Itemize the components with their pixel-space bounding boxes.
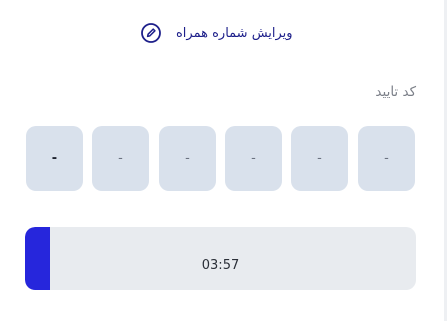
edit-phone-link[interactable]: ویرایش شماره همراه: [140, 20, 310, 46]
otp-digit-3[interactable]: [225, 126, 282, 191]
otp-digit-2[interactable]: [291, 126, 348, 191]
edit-phone-label: ویرایش شماره همراه: [176, 25, 293, 41]
countdown-timer-bar: 03:57: [25, 227, 416, 290]
countdown-remaining-time: 03:57: [201, 258, 240, 273]
verification-code-label: کد تایید: [375, 84, 416, 100]
otp-digit-1[interactable]: [358, 126, 415, 191]
otp-digit-4[interactable]: [159, 126, 216, 191]
pencil-circle-icon: [140, 22, 162, 44]
otp-digit-5[interactable]: [92, 126, 149, 191]
otp-digit-6[interactable]: [26, 126, 83, 191]
